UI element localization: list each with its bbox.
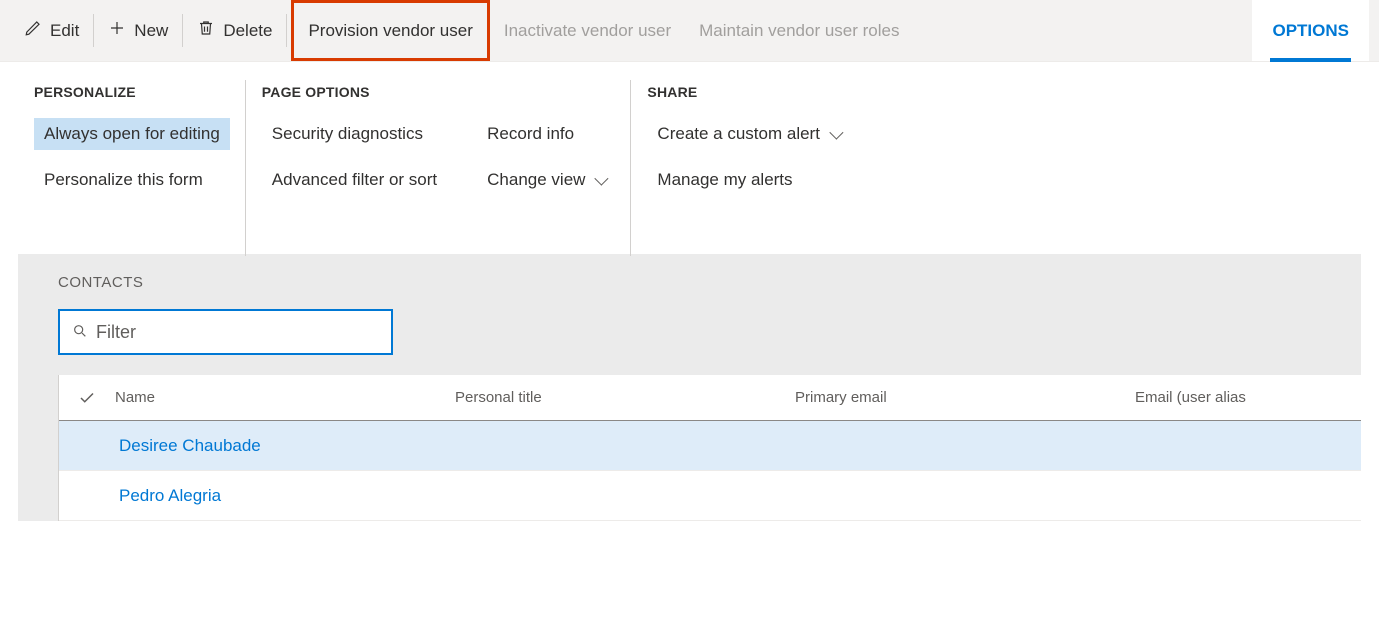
provision-vendor-user-button[interactable]: Provision vendor user xyxy=(291,0,489,61)
contact-name-link[interactable]: Desiree Chaubade xyxy=(119,436,261,455)
action-toolbar: Edit New Delete Provision vendor user In… xyxy=(0,0,1379,62)
maintain-label: Maintain vendor user roles xyxy=(699,21,899,41)
col-personal-title[interactable]: Personal title xyxy=(455,389,795,406)
grid-header: Name Personal title Primary email Email … xyxy=(59,375,1361,421)
record-info[interactable]: Record info xyxy=(477,118,615,150)
personalize-this-form[interactable]: Personalize this form xyxy=(34,164,230,196)
options-tab-label: OPTIONS xyxy=(1272,21,1349,41)
edit-label: Edit xyxy=(50,21,79,41)
always-open-for-editing[interactable]: Always open for editing xyxy=(34,118,230,150)
search-icon xyxy=(72,323,88,342)
contacts-section: CONTACTS Name Personal title Primary ema… xyxy=(18,254,1361,521)
provision-label: Provision vendor user xyxy=(308,21,472,41)
inactivate-vendor-user-button[interactable]: Inactivate vendor user xyxy=(490,0,685,61)
contacts-title: CONTACTS xyxy=(58,274,1361,291)
plus-icon xyxy=(108,19,126,42)
new-button[interactable]: New xyxy=(94,0,182,61)
change-view[interactable]: Change view xyxy=(477,164,615,196)
contact-name-link[interactable]: Pedro Alegria xyxy=(119,486,221,505)
col-name[interactable]: Name xyxy=(115,389,455,406)
table-row[interactable]: Desiree Chaubade xyxy=(59,421,1361,471)
table-row[interactable]: Pedro Alegria xyxy=(59,471,1361,521)
filter-input[interactable] xyxy=(96,322,379,343)
contacts-grid: Name Personal title Primary email Email … xyxy=(58,375,1361,521)
pencil-icon xyxy=(24,19,42,42)
heading-share: SHARE xyxy=(647,84,850,100)
security-diagnostics[interactable]: Security diagnostics xyxy=(262,118,447,150)
delete-label: Delete xyxy=(223,21,272,41)
options-col-page-options: PAGE OPTIONS Security diagnostics Advanc… xyxy=(246,84,632,196)
heading-personalize: PERSONALIZE xyxy=(34,84,230,100)
inactivate-label: Inactivate vendor user xyxy=(504,21,671,41)
edit-button[interactable]: Edit xyxy=(10,0,93,61)
filter-box[interactable] xyxy=(58,309,393,355)
tab-options[interactable]: OPTIONS xyxy=(1252,0,1369,61)
advanced-filter-or-sort[interactable]: Advanced filter or sort xyxy=(262,164,447,196)
select-all-column[interactable] xyxy=(59,389,115,407)
new-label: New xyxy=(134,21,168,41)
col-primary-email[interactable]: Primary email xyxy=(795,389,1135,406)
heading-page-options: PAGE OPTIONS xyxy=(262,84,616,100)
manage-my-alerts[interactable]: Manage my alerts xyxy=(647,164,850,196)
maintain-vendor-user-roles-button[interactable]: Maintain vendor user roles xyxy=(685,0,913,61)
chevron-down-icon xyxy=(829,126,843,140)
trash-icon xyxy=(197,19,215,42)
options-col-personalize: PERSONALIZE Always open for editing Pers… xyxy=(18,84,246,196)
chevron-down-icon xyxy=(595,172,609,186)
options-pane: PERSONALIZE Always open for editing Pers… xyxy=(0,62,1379,226)
separator xyxy=(286,14,287,47)
create-custom-alert[interactable]: Create a custom alert xyxy=(647,118,850,150)
options-col-share: SHARE Create a custom alert Manage my al… xyxy=(631,84,866,196)
col-email-alias[interactable]: Email (user alias xyxy=(1135,389,1361,406)
delete-button[interactable]: Delete xyxy=(183,0,286,61)
